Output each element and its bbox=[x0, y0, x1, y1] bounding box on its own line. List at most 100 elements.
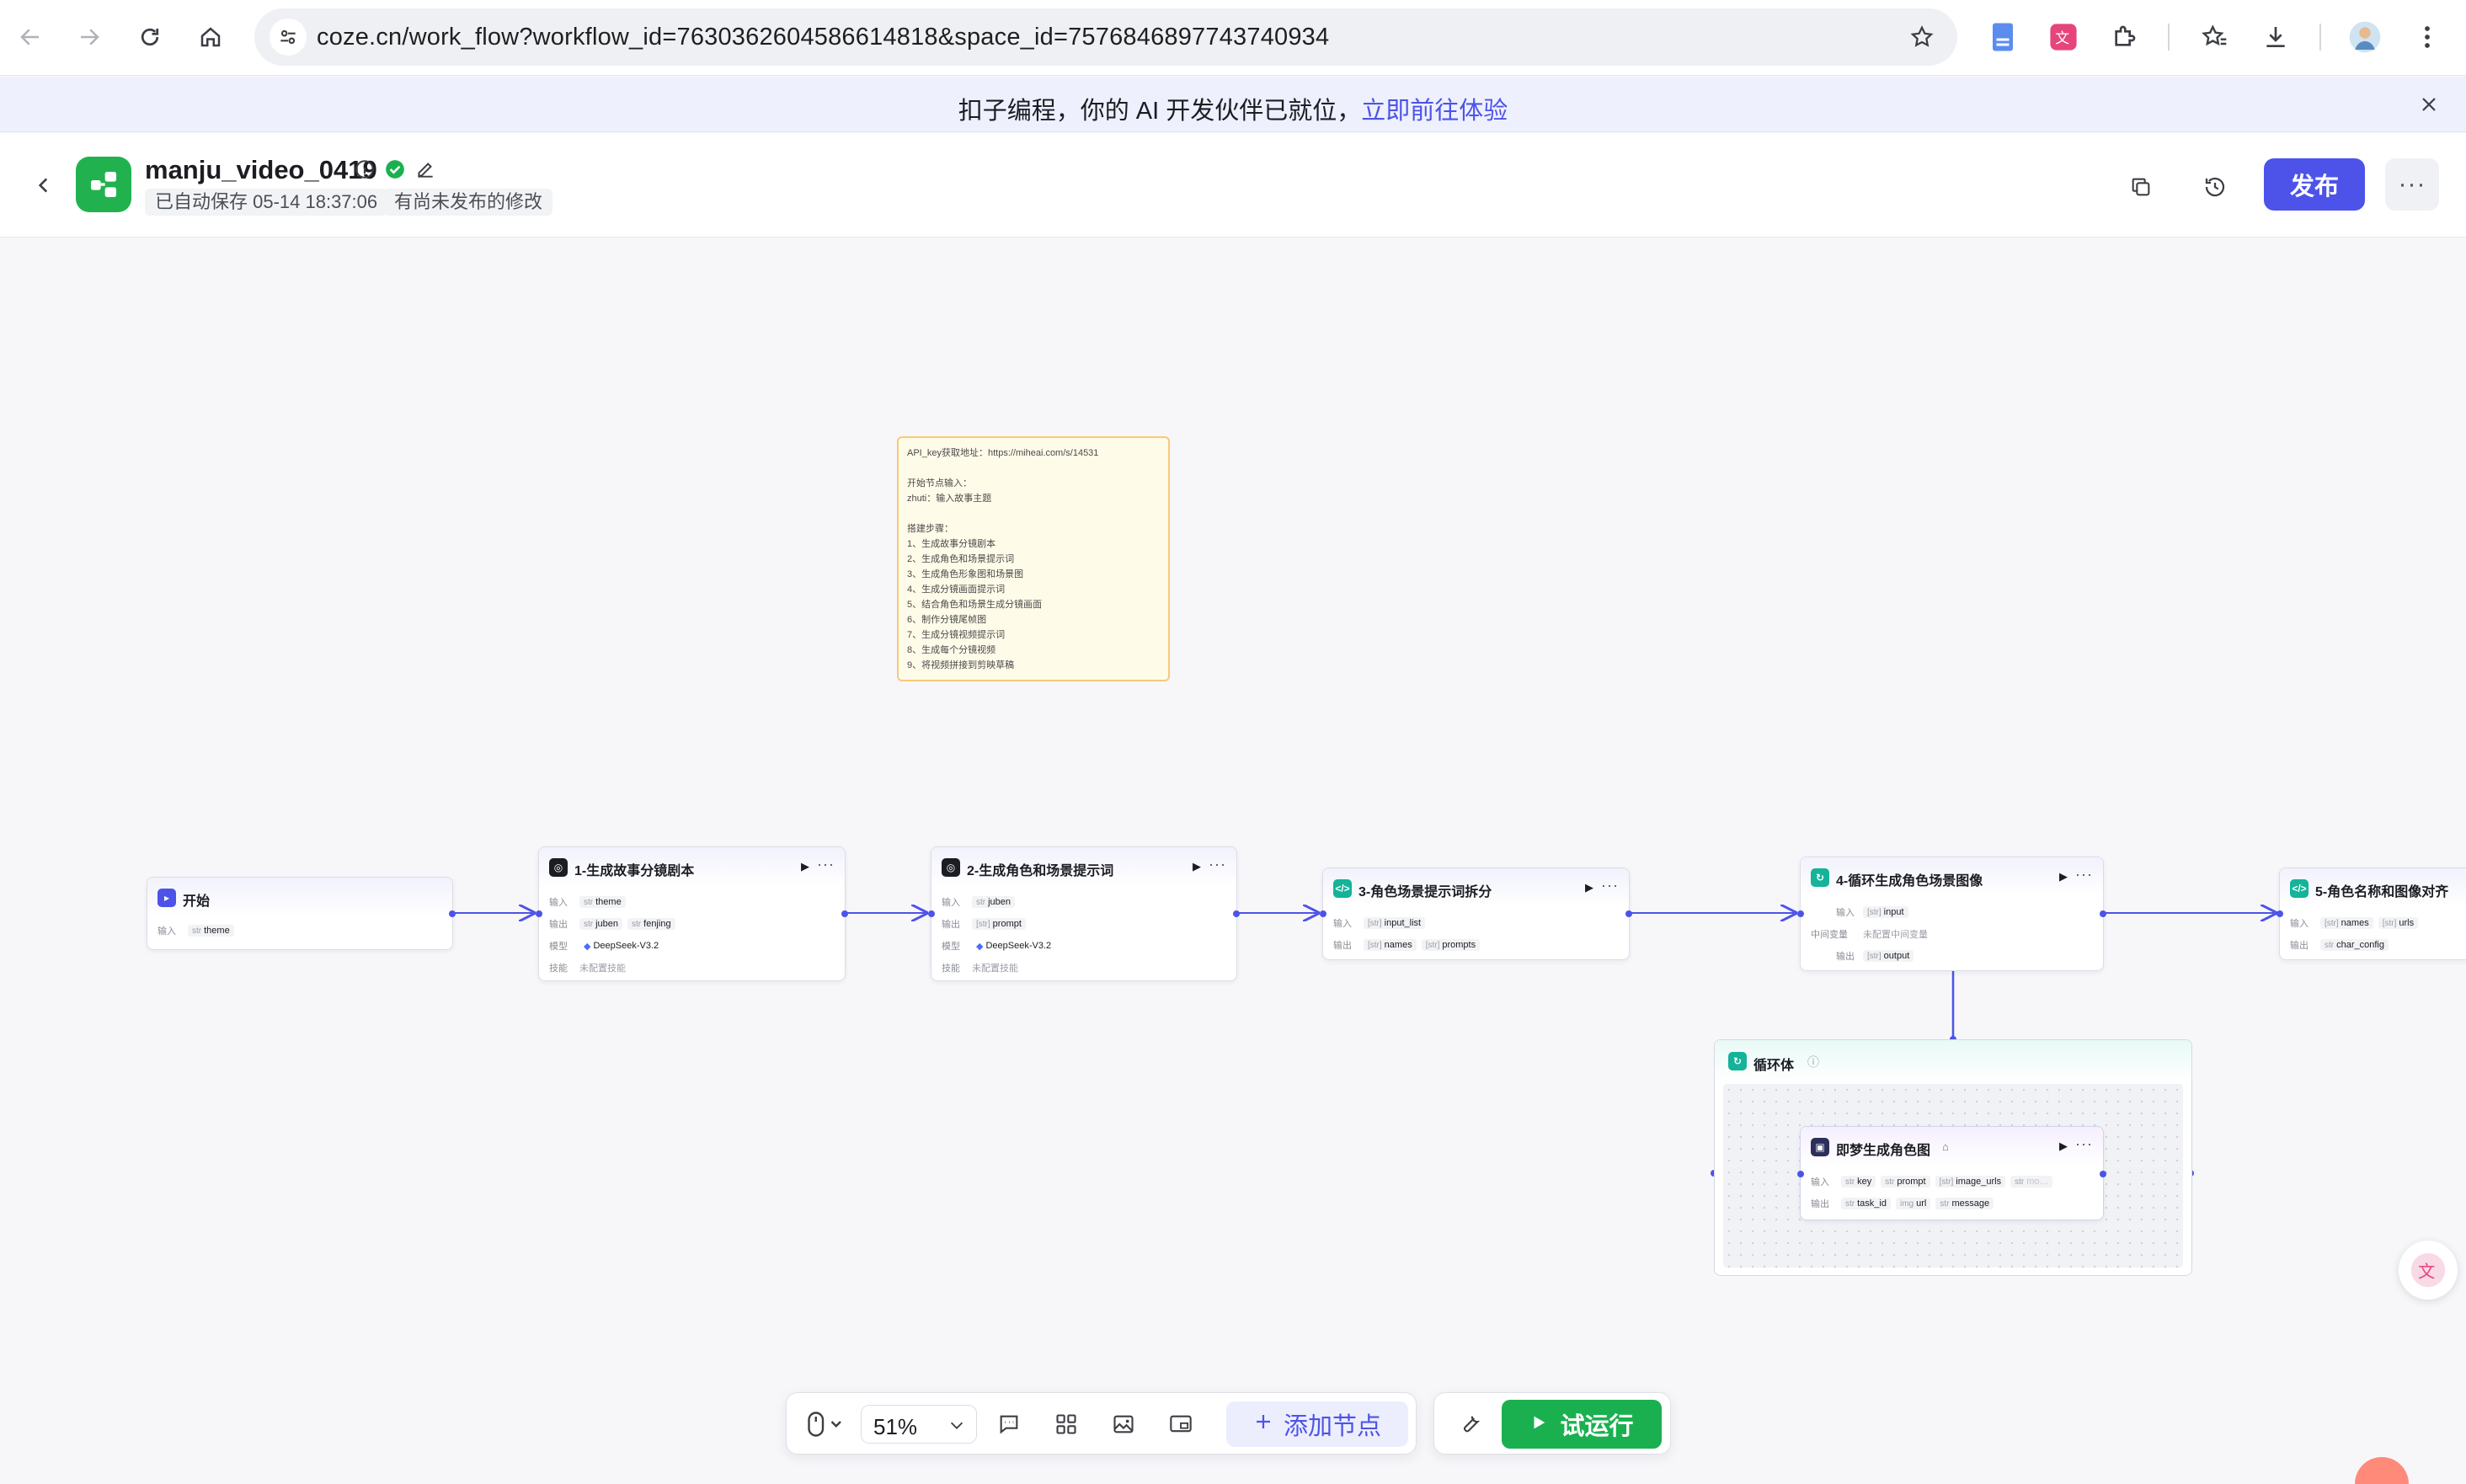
banner-link[interactable]: 立即前往体验 bbox=[1361, 98, 1508, 125]
copy-icon[interactable] bbox=[2122, 168, 2159, 206]
output-port[interactable] bbox=[2100, 1171, 2106, 1177]
comment-note[interactable]: API_key获取地址：https://miheai.com/s/14531 开… bbox=[897, 436, 1170, 681]
play-icon[interactable]: ▶ bbox=[2059, 1140, 2068, 1153]
url-text: coze.cn/work_flow?workflow_id=7630362604… bbox=[317, 24, 1330, 51]
mouse-mode-icon[interactable] bbox=[800, 1407, 851, 1441]
home-icon[interactable] bbox=[190, 17, 231, 57]
toolbar-divider bbox=[2319, 24, 2321, 51]
document-extension-icon[interactable] bbox=[1984, 19, 2021, 56]
workflow-canvas[interactable]: API_key获取地址：https://miheai.com/s/14531 开… bbox=[0, 238, 2466, 1484]
input-port[interactable] bbox=[928, 910, 935, 917]
reload-icon[interactable] bbox=[130, 17, 170, 57]
favorites-icon[interactable] bbox=[2196, 19, 2234, 56]
publish-button[interactable]: 发布 bbox=[2264, 158, 2365, 211]
play-icon[interactable]: ▶ bbox=[1193, 860, 1201, 873]
auto-layout-icon[interactable] bbox=[1049, 1407, 1083, 1441]
var-name: theme bbox=[204, 926, 230, 936]
input-port[interactable] bbox=[1797, 910, 1804, 917]
image-icon[interactable] bbox=[1107, 1407, 1140, 1441]
info-icon[interactable] bbox=[354, 158, 376, 184]
test-run-button[interactable]: 试运行 bbox=[1502, 1400, 1662, 1449]
var-name: prompt bbox=[1897, 1177, 1926, 1187]
row-label: 模型 bbox=[942, 942, 960, 952]
close-icon[interactable] bbox=[2415, 91, 2442, 118]
loop-icon: ↻ bbox=[1728, 1052, 1747, 1070]
translate-float-icon[interactable]: 文 bbox=[2399, 1241, 2458, 1300]
node-header: ↻ 4-循环生成角色场景图像 ▶ ··· bbox=[1801, 857, 2103, 896]
more-icon[interactable]: ··· bbox=[1601, 877, 1619, 894]
history-icon[interactable] bbox=[2196, 168, 2234, 206]
var-chip: str theme bbox=[188, 925, 234, 937]
type-label: [str] bbox=[1867, 907, 1882, 917]
edit-icon[interactable] bbox=[414, 158, 436, 184]
var-name: input_list bbox=[1384, 918, 1422, 928]
node-input-row: 输入 [str] input bbox=[1817, 905, 1908, 920]
skill-status: 未配置技能 bbox=[972, 964, 1018, 974]
node-output-row: 输出 [str] names [str] prompts bbox=[1333, 937, 1481, 953]
type-label: str bbox=[584, 919, 594, 929]
forward-arrow-icon[interactable] bbox=[69, 17, 109, 57]
check-circle-icon bbox=[384, 158, 406, 184]
profile-avatar[interactable] bbox=[2346, 19, 2383, 56]
type-label: str bbox=[632, 919, 642, 929]
comment-icon[interactable] bbox=[992, 1407, 1026, 1441]
more-icon[interactable]: ··· bbox=[817, 856, 835, 873]
info-icon[interactable]: ⓘ bbox=[1807, 1054, 1819, 1070]
var-chip: str key bbox=[1841, 1176, 1876, 1188]
node-start[interactable]: ▸ 开始 输入 str theme bbox=[147, 877, 456, 950]
output-port[interactable] bbox=[1625, 910, 1632, 917]
var-chip: [str] names bbox=[2320, 917, 2373, 929]
minimap-icon[interactable] bbox=[1164, 1407, 1198, 1441]
node-1-story-script[interactable]: ◎ 1-生成故事分镜剧本 ▶ ··· 输入 str theme 输出 str jub… bbox=[536, 846, 848, 981]
wrench-icon[interactable] bbox=[1453, 1407, 1487, 1441]
chevron-left-icon[interactable] bbox=[27, 168, 61, 202]
input-port[interactable] bbox=[536, 910, 542, 917]
output-port[interactable] bbox=[449, 910, 456, 917]
site-settings-icon[interactable] bbox=[270, 19, 307, 56]
model-name: DeepSeek-V3.2 bbox=[985, 941, 1052, 951]
type-label: str bbox=[2325, 940, 2335, 950]
type-label: str bbox=[1885, 1177, 1895, 1187]
type-label: [str] bbox=[1425, 940, 1440, 950]
more-options-button[interactable]: ··· bbox=[2385, 158, 2439, 211]
node-output-row: 输出 str juben str fenjing bbox=[549, 916, 675, 932]
add-node-button[interactable]: 添加节点 bbox=[1226, 1401, 1408, 1447]
output-port[interactable] bbox=[841, 910, 848, 917]
translate-extension-icon[interactable]: 文 bbox=[2045, 19, 2082, 56]
node-output-row: 输出 [str] prompt bbox=[942, 916, 1026, 932]
var-chip: str mo… bbox=[2010, 1176, 2053, 1188]
more-icon[interactable]: ··· bbox=[2075, 866, 2093, 883]
node-3-prompt-split[interactable]: </> 3-角色场景提示词拆分 ▶ ··· 输入 [str] input_list… bbox=[1320, 867, 1632, 960]
node-jimeng-role-image[interactable]: ▣ 即梦生成角色图 ⌂ ▶ ··· 输入 str key str prompt [s… bbox=[1797, 1126, 2106, 1220]
node-output-row: 输出 str char_config bbox=[2290, 937, 2389, 953]
input-port[interactable] bbox=[2277, 910, 2283, 917]
extensions-puzzle-icon[interactable] bbox=[2106, 19, 2143, 56]
address-bar[interactable]: coze.cn/work_flow?workflow_id=7630362604… bbox=[254, 8, 1957, 66]
more-icon[interactable]: ··· bbox=[2075, 1135, 2093, 1153]
browser-menu-icon[interactable] bbox=[2409, 19, 2446, 56]
workflow-header: manju_video_0419 已自动保存 05-14 18:37:06 有尚… bbox=[0, 133, 2466, 238]
row-label: 输出 bbox=[549, 920, 568, 930]
output-port[interactable] bbox=[2100, 910, 2106, 917]
download-icon[interactable] bbox=[2257, 19, 2294, 56]
node-5-align-names-images[interactable]: </> 5-角色名称和图像对齐 输入 [str] names [str] urls … bbox=[2277, 867, 2466, 960]
promo-banner: 扣子编程，你的 AI 开发伙伴已就位，立即前往体验 bbox=[0, 77, 2466, 132]
var-name: message bbox=[1951, 1198, 1990, 1209]
bookmark-star-icon[interactable] bbox=[1905, 20, 1939, 54]
zoom-select[interactable]: 51% bbox=[861, 1405, 977, 1444]
test-run-label: 试运行 bbox=[1560, 1413, 1634, 1440]
play-icon[interactable]: ▶ bbox=[801, 860, 809, 873]
play-icon[interactable]: ▶ bbox=[2059, 870, 2068, 883]
node-4-loop-image-gen[interactable]: ↻ 4-循环生成角色场景图像 ▶ ··· 输入 [str] input 中间变量 … bbox=[1797, 857, 2106, 971]
play-icon[interactable]: ▶ bbox=[1585, 881, 1593, 894]
back-arrow-icon[interactable] bbox=[10, 17, 51, 57]
output-port[interactable] bbox=[1233, 910, 1240, 917]
var-chip: [str] image_urls bbox=[1935, 1176, 2006, 1188]
code-icon: </> bbox=[2290, 879, 2309, 898]
var-name: task_id bbox=[1857, 1198, 1887, 1209]
input-port[interactable] bbox=[1320, 910, 1326, 917]
input-port[interactable] bbox=[1797, 1171, 1804, 1177]
canvas-toolbar: 51% 添加节点 bbox=[786, 1392, 1417, 1455]
node-2-role-scene-prompt[interactable]: ◎ 2-生成角色和场景提示词 ▶ ··· 输入 str juben 输出 [str… bbox=[928, 846, 1240, 981]
more-icon[interactable]: ··· bbox=[1209, 856, 1226, 873]
